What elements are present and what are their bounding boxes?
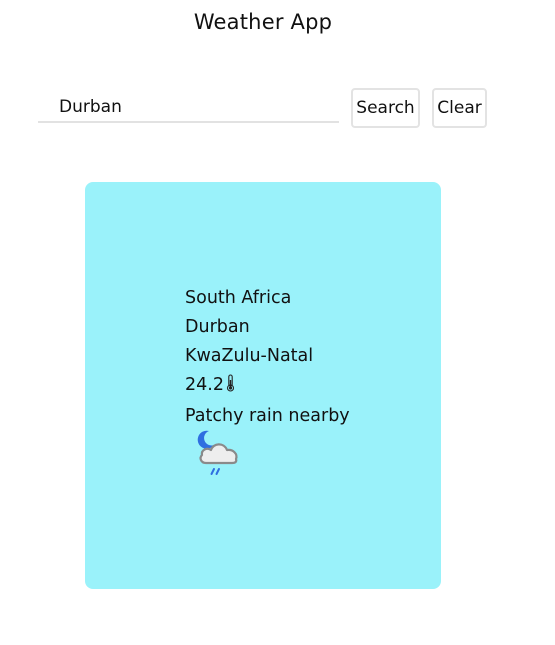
condition-label: Patchy rain nearby [185, 406, 350, 426]
weather-info: South Africa Durban KwaZulu-Natal 24.2 P… [185, 284, 350, 431]
moon-cloud-rain-icon [190, 428, 248, 486]
app-title: Weather App [193, 10, 333, 34]
clear-button[interactable]: Clear [432, 88, 487, 128]
weather-app: Weather App Search Clear South Africa Du… [0, 0, 555, 645]
search-button[interactable]: Search [351, 88, 420, 128]
city-label: Durban [185, 317, 250, 337]
city-search-input[interactable] [38, 92, 339, 123]
region-label: KwaZulu-Natal [185, 346, 314, 366]
temperature-row: 24.2 [185, 371, 350, 402]
country-label: South Africa [185, 288, 292, 308]
weather-card: South Africa Durban KwaZulu-Natal 24.2 P… [85, 182, 441, 589]
temperature-value: 24.2 [185, 375, 224, 395]
thermometer-icon [226, 373, 235, 402]
